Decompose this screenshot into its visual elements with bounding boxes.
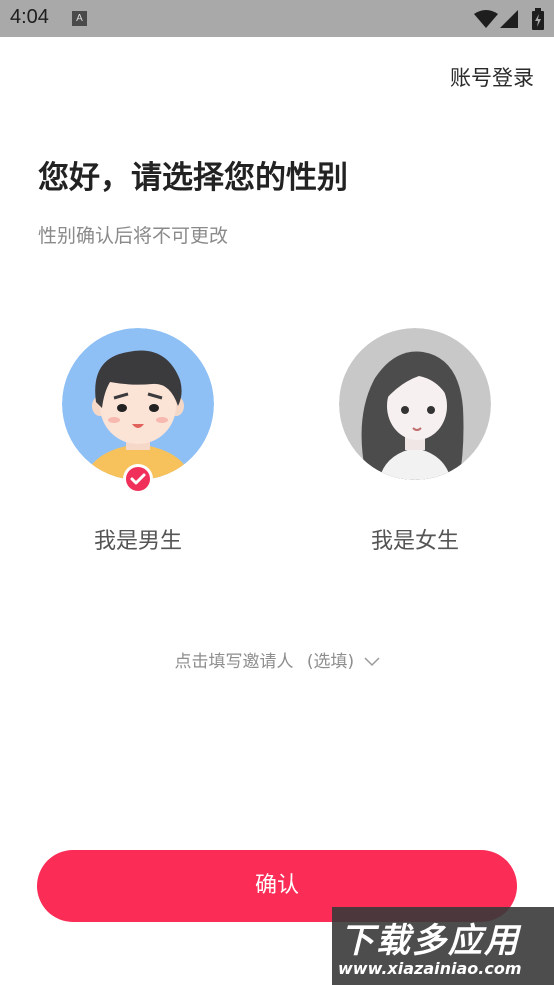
watermark-url: www.xiazainiao.com [338, 959, 522, 978]
invite-text: 点击填写邀请人 [174, 652, 294, 672]
male-avatar [62, 328, 214, 480]
watermark-title: 下载多应用 [340, 921, 520, 961]
female-avatar [339, 328, 491, 480]
gender-option-male[interactable]: 我是男生 [62, 328, 214, 554]
notification-icon: A [72, 11, 87, 26]
gender-label-female: 我是女生 [370, 529, 459, 554]
watermark-logo: 下载多应用 www.xiazainiao.com [332, 907, 554, 985]
wifi-icon [474, 10, 498, 28]
status-bar: 4:04 A [0, 0, 554, 37]
page-subtitle: 性别确认后将不可更改 [38, 225, 229, 247]
invite-optional: (选填) [306, 652, 355, 672]
signal-icon [500, 10, 518, 28]
gender-label-male: 我是男生 [93, 529, 182, 554]
chevron-down-icon [364, 657, 380, 667]
gender-option-female[interactable]: 我是女生 [339, 328, 491, 554]
battery-icon [532, 8, 544, 30]
status-time: 4:04 [10, 6, 49, 28]
page-title: 您好，请选择您的性别 [38, 160, 348, 196]
invite-referrer-link[interactable]: 点击填写邀请人 (选填) [0, 647, 554, 672]
selected-check-icon [123, 464, 153, 494]
account-login-link[interactable]: 账号登录 [450, 62, 534, 92]
